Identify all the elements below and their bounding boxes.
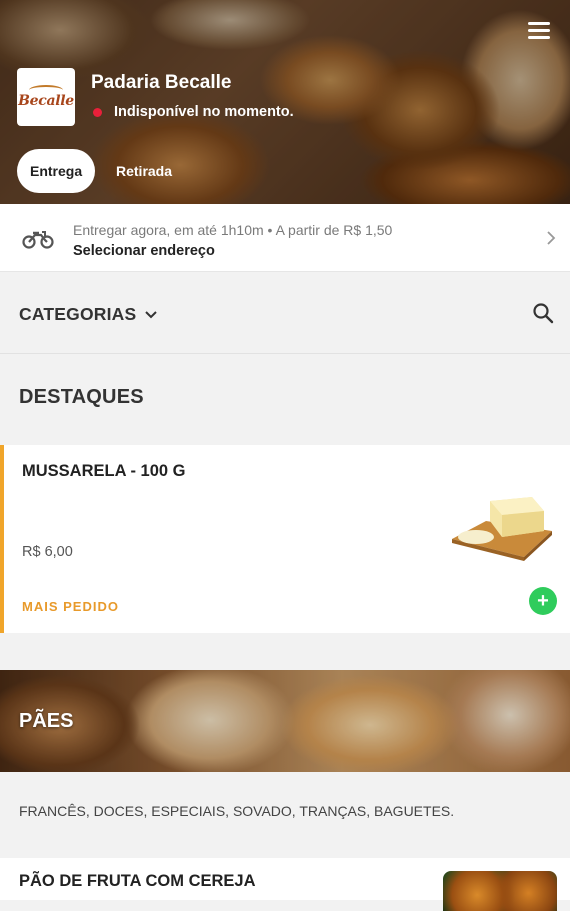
- store-header: Becalle Padaria Becalle Indisponível no …: [0, 0, 570, 204]
- product-price: R$ 6,00: [22, 544, 73, 560]
- tab-retirada[interactable]: Retirada: [106, 149, 182, 193]
- search-icon[interactable]: [532, 302, 554, 324]
- tab-entrega[interactable]: Entrega: [17, 149, 96, 193]
- category-banner-paes[interactable]: PÃES: [0, 670, 570, 772]
- most-ordered-badge: MAIS PEDIDO: [22, 599, 119, 614]
- status-text: Indisponível no momento.: [114, 104, 294, 120]
- delivery-info: Entregar agora, em até 1h10m • A partir …: [73, 222, 393, 238]
- store-logo: Becalle: [17, 68, 75, 126]
- category-title-paes: PÃES: [19, 710, 74, 732]
- select-address-link[interactable]: Selecionar endereço: [73, 243, 215, 259]
- store-status: Indisponível no momento.: [91, 104, 294, 120]
- logo-wordmark: Becalle: [18, 92, 74, 109]
- product-card[interactable]: MUSSARELA - 100 G R$ 6,00 MAIS PEDIDO +: [0, 445, 570, 633]
- product-image: [452, 497, 552, 561]
- product-image: [443, 871, 557, 911]
- product-name: PÃO DE FRUTA COM CEREJA: [19, 872, 256, 890]
- hamburger-menu-icon[interactable]: [528, 22, 550, 40]
- categories-label: CATEGORIAS: [19, 304, 137, 324]
- categories-dropdown[interactable]: CATEGORIAS: [19, 304, 158, 325]
- delivery-address-bar[interactable]: Entregar agora, em até 1h10m • A partir …: [0, 204, 570, 272]
- motorcycle-icon: [22, 231, 54, 249]
- section-title-destaques: DESTAQUES: [19, 386, 144, 408]
- add-to-cart-button[interactable]: +: [529, 587, 557, 615]
- status-dot-icon: [93, 107, 102, 117]
- category-description: FRANCÊS, DOCES, ESPECIAIS, SOVADO, TRANÇ…: [19, 803, 455, 819]
- store-name: Padaria Becalle: [91, 72, 232, 93]
- categories-bar: CATEGORIAS: [0, 272, 570, 354]
- chevron-down-icon: [145, 310, 158, 318]
- product-card[interactable]: PÃO DE FRUTA COM CEREJA: [0, 858, 570, 911]
- product-name: MUSSARELA - 100 G: [22, 462, 186, 480]
- chevron-right-icon: [547, 231, 556, 245]
